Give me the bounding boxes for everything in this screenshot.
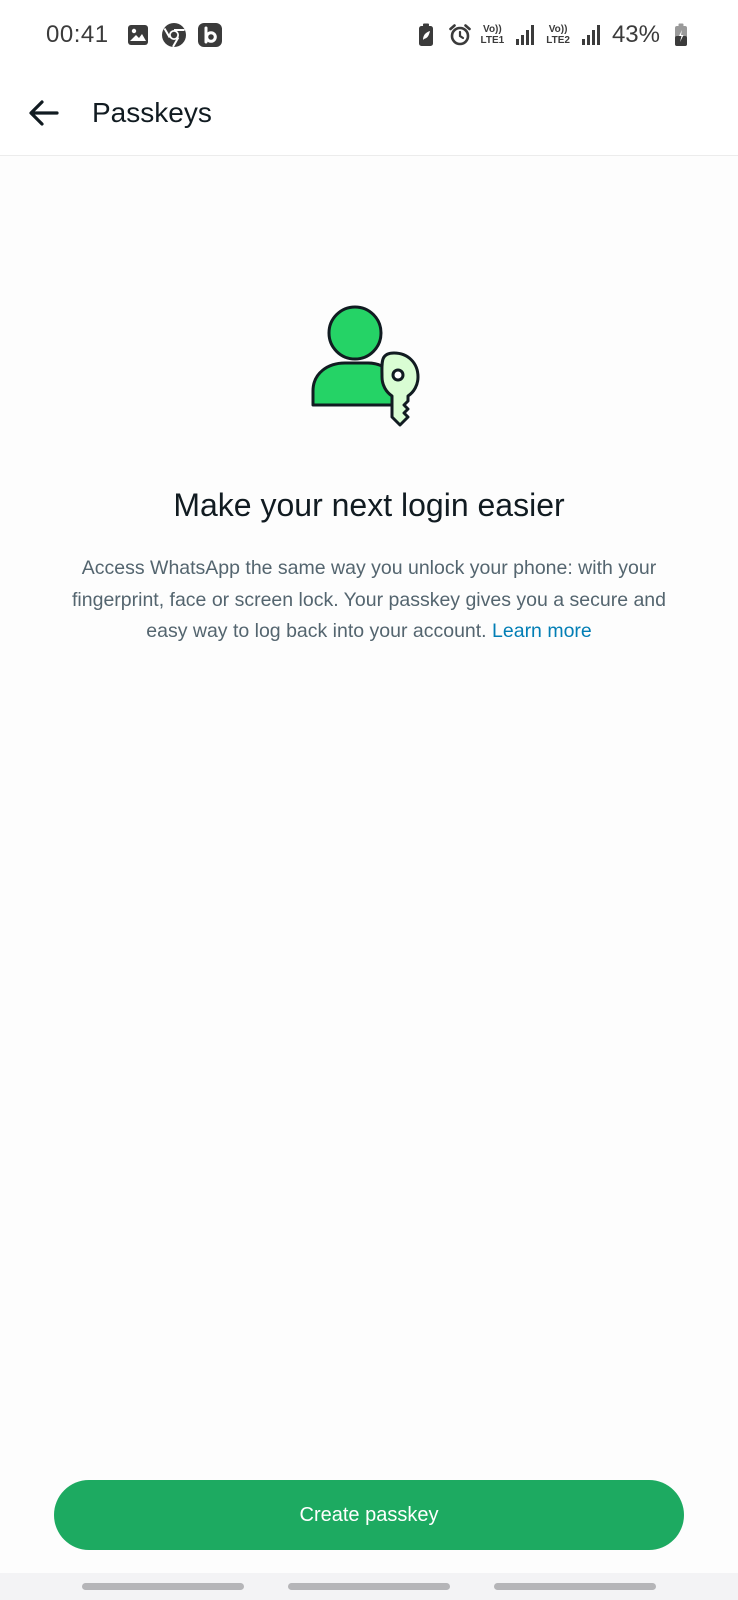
chrome-icon [161, 22, 187, 48]
status-left: 00:41 [46, 21, 223, 49]
headline: Make your next login easier [173, 487, 565, 523]
battery-charging-icon [668, 22, 694, 48]
user-key-icon [310, 305, 422, 429]
learn-more-link[interactable]: Learn more [492, 620, 592, 642]
b-app-icon [197, 22, 223, 48]
sim2-lte-label: LTE2 [546, 35, 570, 46]
page-title: Passkeys [92, 96, 212, 128]
passkeys-screen: 00:41 Vo)) LTE1 Vo)) LTE2 43% Passkeys M… [0, 0, 738, 1600]
status-time: 00:41 [46, 21, 109, 48]
description-text: Access WhatsApp the same way you unlock … [50, 553, 688, 648]
create-passkey-button[interactable]: Create passkey [54, 1480, 684, 1550]
status-bar: 00:41 Vo)) LTE1 Vo)) LTE2 43% [0, 0, 738, 70]
sim1-volte-label: Vo)) [483, 24, 502, 35]
system-nav-bar [0, 1573, 738, 1600]
battery-saver-icon [413, 22, 439, 48]
arrow-left-icon [29, 99, 59, 126]
sim1-indicator: Vo)) LTE1 [481, 24, 505, 46]
status-right: Vo)) LTE1 Vo)) LTE2 43% [413, 21, 694, 49]
sim2-volte-label: Vo)) [548, 24, 568, 35]
alarm-icon [447, 22, 473, 48]
back-button[interactable] [14, 83, 74, 143]
signal-strength-icon [578, 22, 604, 48]
nav-back-handle[interactable] [494, 1583, 656, 1590]
app-bar: Passkeys [0, 70, 738, 156]
sim2-indicator: Vo)) LTE2 [546, 24, 570, 46]
sim1-lte-label: LTE1 [480, 35, 505, 46]
battery-percentage: 43% [611, 21, 660, 48]
nav-recents-handle[interactable] [82, 1583, 244, 1590]
nav-home-handle[interactable] [288, 1583, 450, 1590]
gallery-icon [125, 22, 151, 48]
signal-strength-icon [512, 22, 538, 48]
